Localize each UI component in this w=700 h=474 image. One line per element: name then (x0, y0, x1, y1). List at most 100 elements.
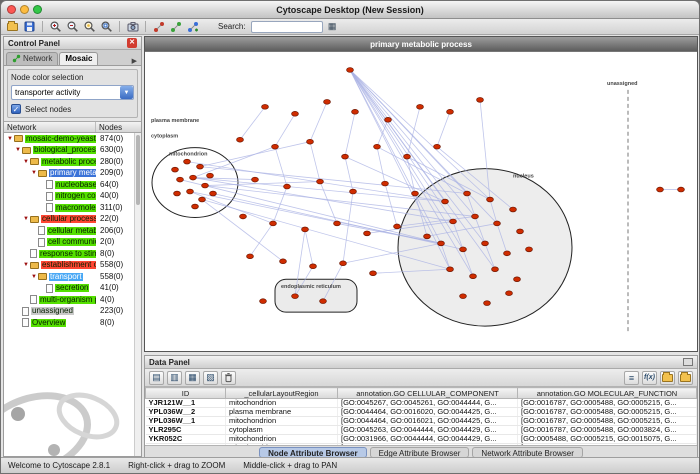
tree-row[interactable]: ▼secretion41(0) (4, 283, 141, 295)
expand-triangle-icon[interactable]: ▼ (22, 159, 30, 165)
zoom-out-icon[interactable] (65, 20, 80, 34)
column-header[interactable]: _cellularLayoutRegion (226, 388, 338, 399)
page-icon (46, 203, 53, 212)
tab-edge-attribute-browser[interactable]: Edge Attribute Browser (370, 447, 470, 458)
float-panel-icon[interactable] (683, 358, 693, 366)
chevron-down-icon: ▼ (120, 86, 133, 99)
tree-header: Network Nodes (4, 121, 141, 133)
minimize-window-icon[interactable] (20, 5, 29, 14)
cell-region: mitochondrion (226, 417, 338, 426)
network-canvas[interactable]: plasma membranecytoplasmmitochondrionnuc… (145, 51, 697, 351)
expand-triangle-icon[interactable]: ▼ (30, 170, 38, 176)
attribute-table[interactable]: ID_cellularLayoutRegionannotation.GO CEL… (145, 387, 697, 445)
tree-row[interactable]: ▼nucleobase, nucleoside, nucleotide meta… (4, 179, 141, 191)
tree-row[interactable]: ▼multi-organism process4(0) (4, 294, 141, 306)
tree-row[interactable]: ▼transport558(0) (4, 271, 141, 283)
import-attributes-icon[interactable] (660, 371, 675, 385)
cell-region: plasma membrane (226, 408, 338, 417)
zoom-in-icon[interactable] (48, 20, 63, 34)
search-label: Search: (218, 22, 246, 31)
column-header[interactable]: ID (146, 388, 226, 399)
tab-network[interactable]: Network (6, 52, 58, 65)
expand-triangle-icon[interactable]: ▼ (22, 216, 30, 222)
attribute-grid-icon[interactable]: ▦ (325, 20, 340, 34)
expand-triangle-icon[interactable]: ▼ (30, 274, 38, 280)
zoom-window-icon[interactable] (33, 5, 42, 14)
cytoscape-logo-watermark (4, 372, 122, 456)
search-input[interactable] (251, 21, 323, 33)
function-builder-icon[interactable]: f(x) (642, 371, 657, 385)
attribute-formula-icon[interactable]: ▧ (203, 371, 218, 385)
expand-triangle-icon[interactable]: ▼ (22, 262, 30, 268)
scrollbar-thumb[interactable] (136, 135, 140, 205)
tree-row[interactable]: ▼cellular metabolic process206(0) (4, 225, 141, 237)
expand-triangle-icon[interactable]: ▼ (14, 147, 22, 153)
hide-selected-nodes-icon[interactable] (151, 20, 166, 34)
close-window-icon[interactable] (7, 5, 16, 14)
tree-row[interactable]: ▼establishment of localization558(0) (4, 260, 141, 272)
page-icon (22, 318, 29, 327)
tree-row[interactable]: ▼cellular process22(0) (4, 214, 141, 226)
tree-row[interactable]: ▼mosaic-demo-yeast874(0) (4, 133, 141, 145)
column-header[interactable]: annotation.GO MOLECULAR_FUNCTION (518, 388, 697, 399)
color-attribute-select[interactable]: transporter activity ▼ (11, 85, 134, 100)
table-row[interactable]: YKR052Cmitochondrion[GO:0031966, GO:0044… (146, 435, 697, 444)
window-titlebar[interactable]: Cytoscape Desktop (New Session) (1, 1, 699, 19)
tree-row[interactable]: ▼macromolecule metabolic311(0) (4, 202, 141, 214)
tree-row[interactable]: ▼cell communication2(0) (4, 237, 141, 249)
show-all-nodes-icon[interactable] (168, 20, 183, 34)
export-attributes-icon[interactable] (678, 371, 693, 385)
tree-column-nodes[interactable]: Nodes (96, 123, 141, 132)
tab-network-attribute-browser[interactable]: Network Attribute Browser (472, 447, 582, 458)
tree-row[interactable]: ▼unassigned223(0) (4, 306, 141, 318)
snapshot-icon[interactable] (125, 20, 140, 34)
color-attribute-value: transporter activity (15, 88, 80, 97)
folder-icon (14, 135, 23, 142)
expand-triangle-icon[interactable]: ▼ (6, 136, 14, 142)
tree-row[interactable]: ▼Overview8(0) (4, 317, 141, 329)
tree-scrollbar[interactable] (134, 133, 141, 456)
svg-text:mitochondrion: mitochondrion (169, 152, 208, 158)
tree-label: primary metabolic process (49, 169, 96, 177)
close-panel-icon[interactable]: ✕ (127, 38, 137, 48)
tab-mosaic[interactable]: Mosaic (59, 52, 98, 65)
delete-attribute-icon[interactable] (221, 371, 236, 385)
create-attribute-icon[interactable]: ▦ (185, 371, 200, 385)
folder-icon (38, 170, 47, 177)
tree-row[interactable]: ▼metabolic process280(0) (4, 156, 141, 168)
tree-label: establishment of localization (41, 261, 96, 269)
data-panel-header: Data Panel (145, 356, 697, 369)
open-session-icon[interactable] (5, 20, 20, 34)
new-network-from-selection-icon[interactable] (185, 20, 200, 34)
cell-cellular: [GO:0045263, GO:0044444, GO:0044429, G..… (338, 426, 518, 435)
select-nodes-checkbox[interactable]: ✓ (11, 104, 21, 114)
page-icon (30, 249, 37, 258)
status-bar: Welcome to Cytoscape 2.8.1 Right-click +… (1, 457, 699, 473)
table-row[interactable]: YPL036W__2plasma membrane[GO:0044464, GO… (146, 408, 697, 417)
cytoscape-window: Cytoscape Desktop (New Session) Search: … (0, 0, 700, 474)
tab-node-attribute-browser[interactable]: Node Attribute Browser (259, 447, 367, 458)
folder-icon (30, 216, 39, 223)
table-row[interactable]: YPL036W__1mitochondrion[GO:0044464, GO:0… (146, 417, 697, 426)
status-zoom-hint: Right-click + drag to ZOOM (128, 461, 225, 470)
tree-row[interactable]: ▼biological_process630(0) (4, 145, 141, 157)
unselect-attributes-icon[interactable]: ▥ (167, 371, 182, 385)
zoom-selected-icon[interactable] (82, 20, 97, 34)
select-attributes-icon[interactable]: ▤ (149, 371, 164, 385)
page-icon (46, 180, 53, 189)
zoom-fit-icon[interactable] (99, 20, 114, 34)
tree-label: macromolecule metabolic (55, 204, 96, 212)
menu-icon[interactable]: ≡ (624, 371, 639, 385)
network-view-title[interactable]: primary metabolic process (145, 37, 697, 51)
tree-column-network[interactable]: Network (4, 122, 96, 132)
table-row[interactable]: YLR295Ccytoplasm[GO:0045263, GO:0044444,… (146, 426, 697, 435)
table-row[interactable]: YJR121W__1mitochondrion[GO:0045267, GO:0… (146, 399, 697, 408)
tree-label: cell communication (47, 238, 96, 246)
page-icon (38, 238, 45, 247)
save-session-icon[interactable] (22, 20, 37, 34)
column-header[interactable]: annotation.GO CELLULAR_COMPONENT (338, 388, 518, 399)
tree-row[interactable]: ▼primary metabolic process209(0) (4, 168, 141, 180)
tab-scroll-right-icon[interactable]: ▶ (132, 57, 139, 65)
tree-row[interactable]: ▼nitrogen compound metabolic40(0) (4, 191, 141, 203)
tree-row[interactable]: ▼response to stimulus8(0) (4, 248, 141, 260)
